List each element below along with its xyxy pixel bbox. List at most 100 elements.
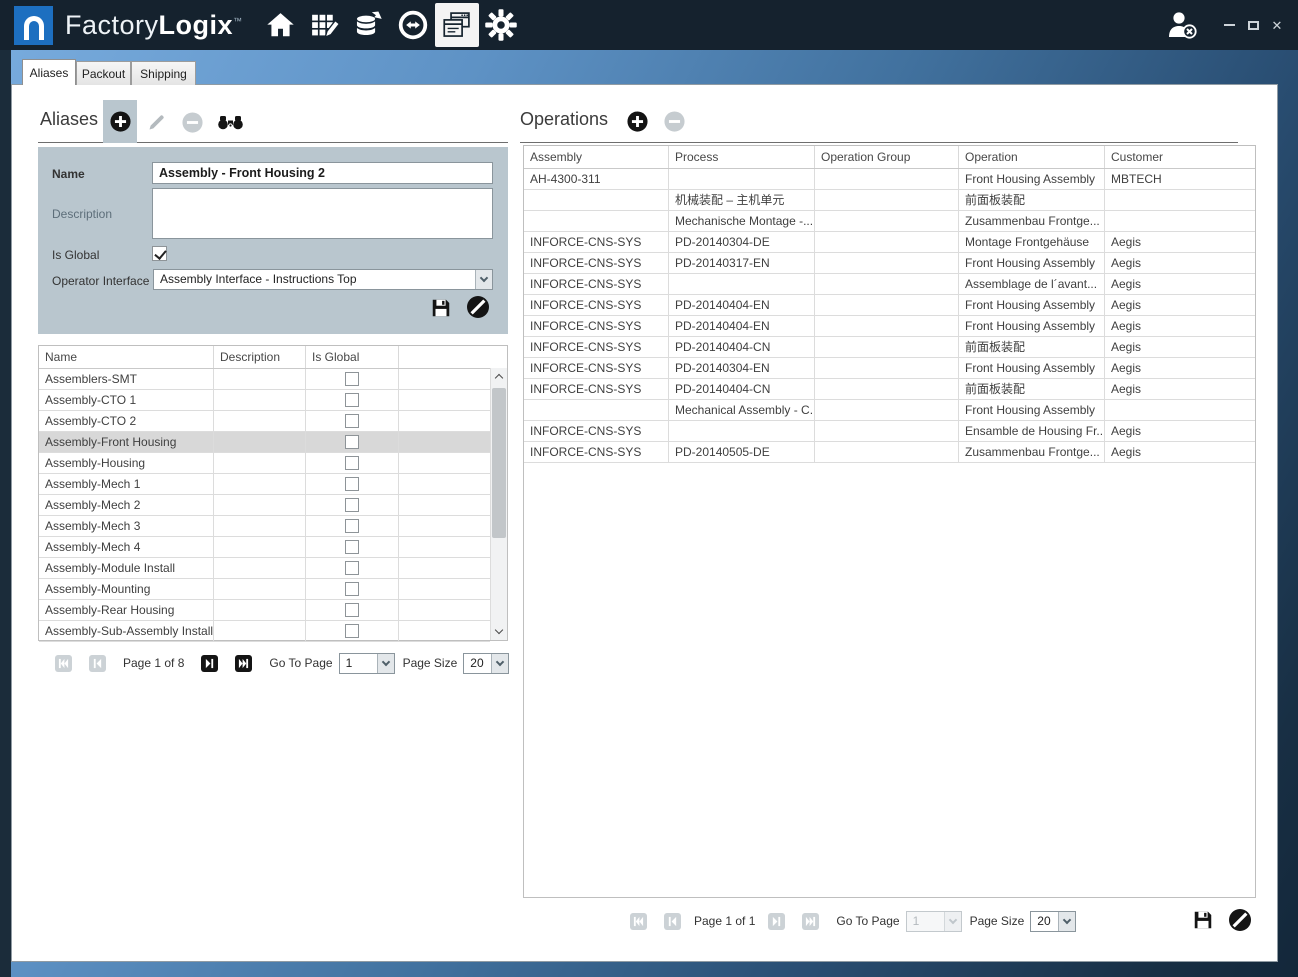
minimize-button[interactable]	[1218, 10, 1240, 40]
operation-table-row[interactable]: INFORCE-CNS-SYS PD-20140505-DE Zusammenb…	[524, 442, 1255, 463]
is-global-checkbox[interactable]	[345, 624, 359, 638]
description-input[interactable]	[152, 188, 493, 239]
alias-table-row[interactable]: Assembly-Sub-Assembly Install	[39, 621, 490, 642]
prev-page-button[interactable]	[89, 655, 106, 672]
alias-table-row[interactable]: Assembly-Mech 4	[39, 537, 490, 558]
tab-shipping[interactable]: Shipping	[131, 61, 196, 85]
alias-table-row[interactable]: Assembly-Housing	[39, 453, 490, 474]
page-size-combo[interactable]: 20	[463, 653, 509, 674]
is-global-checkbox[interactable]	[345, 561, 359, 575]
combo-dropdown-button[interactable]	[377, 654, 394, 673]
close-icon: ✕	[1272, 19, 1283, 32]
is-global-checkbox[interactable]	[345, 603, 359, 617]
operation-cell: Front Housing Assembly	[959, 316, 1105, 336]
operator-interface-value: Assembly Interface - Instructions Top	[154, 270, 475, 289]
alias-table-row[interactable]: Assembly-Module Install	[39, 558, 490, 579]
alias-delete-button[interactable]	[181, 111, 204, 134]
last-page-button[interactable]	[802, 913, 819, 930]
first-page-button[interactable]	[55, 655, 72, 672]
nav-planning-button[interactable]	[303, 0, 347, 50]
is-global-checkbox[interactable]	[345, 372, 359, 386]
alias-find-button[interactable]	[216, 114, 244, 130]
go-to-page-combo[interactable]: 1	[339, 653, 395, 674]
is-global-checkbox[interactable]	[345, 519, 359, 533]
is-global-checkbox[interactable]	[345, 435, 359, 449]
alias-description-cell	[214, 516, 306, 536]
alias-cancel-button[interactable]	[466, 295, 490, 319]
alias-name-cell: Assembly-Rear Housing	[39, 600, 214, 620]
user-logout-button[interactable]	[1166, 10, 1200, 40]
alias-table-row[interactable]: Assembly-Mech 1	[39, 474, 490, 495]
operation-table-row[interactable]: INFORCE-CNS-SYS PD-20140404-CN 前面板装配 Aeg…	[524, 379, 1255, 400]
tab-packout-label: Packout	[82, 67, 125, 81]
operation-table-row[interactable]: AH-4300-311 Front Housing Assembly MBTEC…	[524, 169, 1255, 190]
name-input[interactable]	[152, 162, 493, 184]
operation-add-button[interactable]	[626, 110, 649, 133]
assembly-cell: INFORCE-CNS-SYS	[524, 337, 669, 357]
alias-table-scrollbar[interactable]	[490, 368, 507, 640]
scrollbar-down-button[interactable]	[491, 623, 507, 640]
page-size-combo[interactable]: 20	[1030, 911, 1076, 932]
prev-page-button[interactable]	[664, 913, 681, 930]
alias-table-row[interactable]: Assembly-Front Housing	[39, 432, 490, 453]
customer-cell: MBTECH	[1105, 169, 1255, 189]
customer-cell: Aegis	[1105, 274, 1255, 294]
next-page-button[interactable]	[201, 655, 218, 672]
alias-edit-button[interactable]	[145, 111, 167, 133]
tab-aliases[interactable]: Aliases	[22, 59, 76, 85]
operations-save-button[interactable]	[1192, 909, 1214, 931]
scrollbar-thumb[interactable]	[492, 388, 506, 538]
is-global-checkbox[interactable]	[345, 540, 359, 554]
operation-table-row[interactable]: INFORCE-CNS-SYS PD-20140304-EN Front Hou…	[524, 358, 1255, 379]
operation-table-row[interactable]: 机械装配 – 主机单元 前面板装配	[524, 190, 1255, 211]
is-global-checkbox[interactable]	[345, 393, 359, 407]
nav-materials-button[interactable]	[347, 0, 391, 50]
scrollbar-up-button[interactable]	[491, 368, 507, 385]
is-global-checkbox[interactable]	[345, 414, 359, 428]
operation-table-row[interactable]: Mechanische Montage -... Zusammenbau Fro…	[524, 211, 1255, 232]
process-cell: PD-20140304-DE	[669, 232, 815, 252]
operation-table-row[interactable]: Mechanical Assembly - C... Front Housing…	[524, 400, 1255, 421]
is-global-checkbox[interactable]	[345, 477, 359, 491]
alias-table-row[interactable]: Assembly-Mech 2	[39, 495, 490, 516]
first-page-button[interactable]	[630, 913, 647, 930]
alias-table-row[interactable]: Assembly-CTO 2	[39, 411, 490, 432]
nav-home-button[interactable]	[259, 0, 303, 50]
is-global-checkbox[interactable]	[152, 246, 167, 261]
is-global-checkbox[interactable]	[345, 498, 359, 512]
process-cell: PD-20140404-EN	[669, 316, 815, 336]
combo-dropdown-button[interactable]	[1058, 912, 1075, 931]
alias-table-row[interactable]: Assembly-CTO 1	[39, 390, 490, 411]
close-button[interactable]: ✕	[1266, 10, 1288, 40]
operation-delete-button[interactable]	[663, 110, 686, 133]
nav-production-button[interactable]	[391, 0, 435, 50]
tab-packout[interactable]: Packout	[76, 61, 131, 85]
alias-table-row[interactable]: Assemblers-SMT	[39, 369, 490, 390]
nav-documents-button[interactable]	[435, 3, 479, 47]
alias-table-row[interactable]: Assembly-Rear Housing	[39, 600, 490, 621]
is-global-checkbox[interactable]	[345, 456, 359, 470]
is-global-checkbox[interactable]	[345, 582, 359, 596]
combo-dropdown-button[interactable]	[491, 654, 508, 673]
operation-table-row[interactable]: INFORCE-CNS-SYS Ensamble de Housing Fr..…	[524, 421, 1255, 442]
operation-table-row[interactable]: INFORCE-CNS-SYS PD-20140404-CN 前面板装配 Aeg…	[524, 337, 1255, 358]
combo-dropdown-button[interactable]	[475, 270, 492, 289]
next-page-button[interactable]	[768, 913, 785, 930]
maximize-button[interactable]	[1242, 10, 1264, 40]
assembly-cell: INFORCE-CNS-SYS	[524, 379, 669, 399]
operator-interface-combo[interactable]: Assembly Interface - Instructions Top	[153, 269, 493, 290]
operation-table-row[interactable]: INFORCE-CNS-SYS PD-20140404-EN Front Hou…	[524, 295, 1255, 316]
alias-save-button[interactable]	[430, 297, 452, 319]
operation-table-row[interactable]: INFORCE-CNS-SYS PD-20140404-EN Front Hou…	[524, 316, 1255, 337]
nav-settings-button[interactable]	[479, 0, 523, 50]
alias-table-row[interactable]: Assembly-Mech 3	[39, 516, 490, 537]
operation-table-row[interactable]: INFORCE-CNS-SYS Assemblage de l´avant...…	[524, 274, 1255, 295]
operation-table-row[interactable]: INFORCE-CNS-SYS PD-20140304-DE Montage F…	[524, 232, 1255, 253]
go-to-page-combo[interactable]: 1	[906, 911, 962, 932]
operations-cancel-button[interactable]	[1228, 908, 1252, 932]
last-page-button[interactable]	[235, 655, 252, 672]
alias-table-row[interactable]: Assembly-Mounting	[39, 579, 490, 600]
operation-table-row[interactable]: INFORCE-CNS-SYS PD-20140317-EN Front Hou…	[524, 253, 1255, 274]
alias-add-button[interactable]	[103, 100, 137, 143]
process-cell: 机械装配 – 主机单元	[669, 190, 815, 210]
